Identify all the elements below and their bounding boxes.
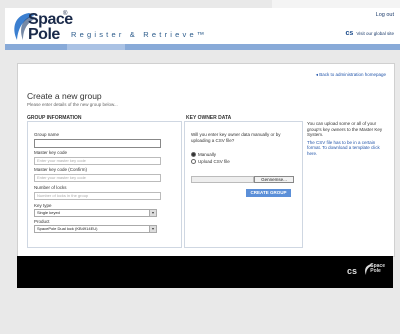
product-value: SpacePole Dual lock (KB4914EU) bbox=[37, 226, 98, 231]
group-info-panel: Group name Master key code Enter your ma… bbox=[27, 121, 182, 248]
logo-registered-mark: ® bbox=[63, 11, 68, 17]
radio-unselected-icon bbox=[191, 159, 196, 165]
visit-global-site-text: Visit our global site bbox=[356, 31, 394, 37]
navigation-highlight bbox=[67, 44, 125, 50]
main-content: ◂ Back to administration homepage Create… bbox=[17, 63, 395, 257]
chevron-down-icon: ▾ bbox=[149, 210, 156, 216]
group-name-label: Group name bbox=[34, 132, 60, 137]
number-of-locks-label: Number of locks bbox=[34, 185, 67, 190]
master-key-confirm-label: Master key code (Confirm) bbox=[34, 167, 88, 172]
radio-manually-label: Manually bbox=[198, 152, 217, 157]
page-subtitle: Please enter details of the new group be… bbox=[27, 102, 118, 107]
visit-global-site-link[interactable]: cs Visit our global site bbox=[345, 25, 394, 38]
radio-upload-csv-label: Upload CSV file bbox=[198, 159, 230, 164]
site-footer: cs Space Pole bbox=[17, 256, 393, 288]
key-type-label: Key type bbox=[34, 203, 52, 208]
radio-selected-icon bbox=[191, 152, 196, 158]
chevron-down-icon: ▾ bbox=[149, 226, 156, 232]
master-key-code-input[interactable]: Enter your master key code bbox=[34, 157, 161, 165]
footer-swoosh-icon bbox=[365, 264, 374, 275]
window-corner bbox=[272, 0, 400, 8]
key-type-value: Single keyed bbox=[37, 210, 60, 215]
back-to-admin-link[interactable]: ◂ Back to administration homepage bbox=[316, 72, 386, 78]
key-owner-panel: Will you enter key owner data manually o… bbox=[184, 121, 303, 248]
product-label: Product bbox=[34, 219, 50, 224]
browse-button[interactable]: Gennemse... bbox=[254, 176, 294, 183]
master-key-code-label: Master key code bbox=[34, 150, 68, 155]
csv-file-field[interactable] bbox=[191, 176, 254, 183]
logout-link[interactable]: Log out bbox=[376, 12, 394, 18]
navigation-bar bbox=[5, 44, 400, 50]
group-name-input[interactable] bbox=[34, 139, 161, 148]
master-key-confirm-input[interactable]: Enter your master key code bbox=[34, 174, 161, 182]
csv-info-description: You can upload some or all of your group… bbox=[307, 121, 383, 137]
site-header: Space ® Pole Register & Retrieve™ Log ou… bbox=[5, 8, 400, 44]
cs-logo-icon: cs bbox=[345, 30, 354, 38]
logo-wordmark-pole: Pole bbox=[28, 26, 60, 43]
create-group-button[interactable]: CREATE GROUP bbox=[246, 189, 291, 197]
radio-upload-csv[interactable]: Upload CSV file bbox=[191, 159, 230, 165]
csv-info-text: You can upload some or all of your group… bbox=[307, 121, 387, 156]
radio-manually[interactable]: Manually bbox=[191, 152, 217, 158]
number-of-locks-input[interactable]: Number of locks in the group bbox=[34, 192, 161, 200]
csv-template-link[interactable]: The CSV file has to be in a certain form… bbox=[307, 140, 387, 157]
page-title: Create a new group bbox=[27, 91, 102, 101]
footer-spacepole-logo: Space Pole bbox=[365, 264, 385, 275]
key-type-select[interactable]: Single keyed ▾ bbox=[34, 209, 157, 217]
footer-cs-logo-icon: cs bbox=[346, 266, 357, 276]
site-tagline: Register & Retrieve™ bbox=[71, 30, 208, 39]
key-owner-question: Will you enter key owner data manually o… bbox=[191, 132, 281, 143]
product-select[interactable]: SpacePole Dual lock (KB4914EU) ▾ bbox=[34, 225, 157, 233]
